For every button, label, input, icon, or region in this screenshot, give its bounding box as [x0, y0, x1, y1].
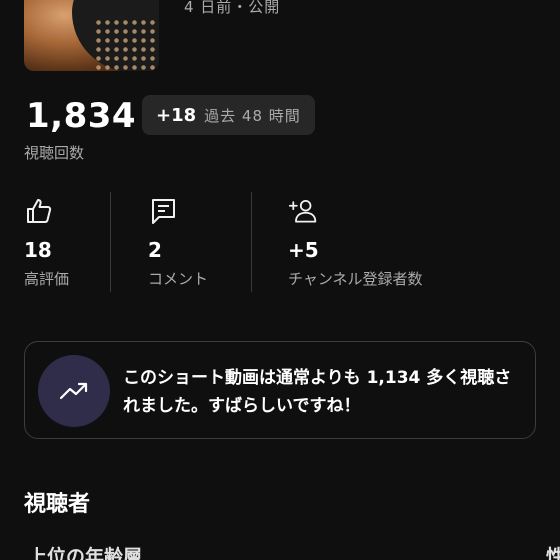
thumbs-up-icon: [27, 199, 52, 223]
gender-title-partial: 性: [546, 546, 560, 560]
comment-icon: [152, 199, 175, 224]
video-publish-meta: 4 日前・公開: [184, 0, 281, 16]
views-delta-period: 過去 48 時間: [204, 106, 301, 125]
views-count: 1,834: [26, 96, 137, 136]
trending-up-icon: [59, 382, 88, 400]
stat-subscribers: +5 チャンネル登録者数: [288, 196, 423, 289]
video-thumbnail[interactable]: [24, 0, 159, 71]
views-label: 視聴回数: [24, 144, 85, 162]
stat-subscribers-label: チャンネル登録者数: [288, 270, 423, 288]
performance-insight-card[interactable]: このショート動画は通常よりも 1,134 多く視聴されました。すばらしいですね！: [24, 341, 536, 439]
stat-divider: [110, 192, 111, 292]
audience-section-title: 視聴者: [24, 492, 91, 517]
stat-comments: 2 コメント: [148, 196, 208, 289]
stat-likes: 18 高評価: [24, 196, 69, 289]
views-delta: +18: [156, 104, 197, 126]
stat-likes-value: 18: [24, 238, 52, 262]
insight-text: このショート動画は通常よりも 1,134 多く視聴されました。すばらしいですね！: [123, 368, 512, 416]
stat-subscribers-value: +5: [288, 238, 319, 262]
add-subscriber-icon: [288, 199, 317, 223]
top-age-groups-title: 上位の年齢層: [28, 546, 143, 560]
stat-divider: [251, 192, 252, 292]
shorts-analytics-page: 4 日前・公開 1,834 +18 過去 48 時間 視聴回数 18 高評価 2…: [0, 0, 560, 560]
views-delta-chip: +18 過去 48 時間: [142, 95, 315, 135]
stat-comments-label: コメント: [148, 270, 209, 288]
stat-comments-value: 2: [148, 238, 162, 262]
stat-likes-label: 高評価: [24, 270, 70, 288]
trending-up-badge: [38, 355, 110, 427]
